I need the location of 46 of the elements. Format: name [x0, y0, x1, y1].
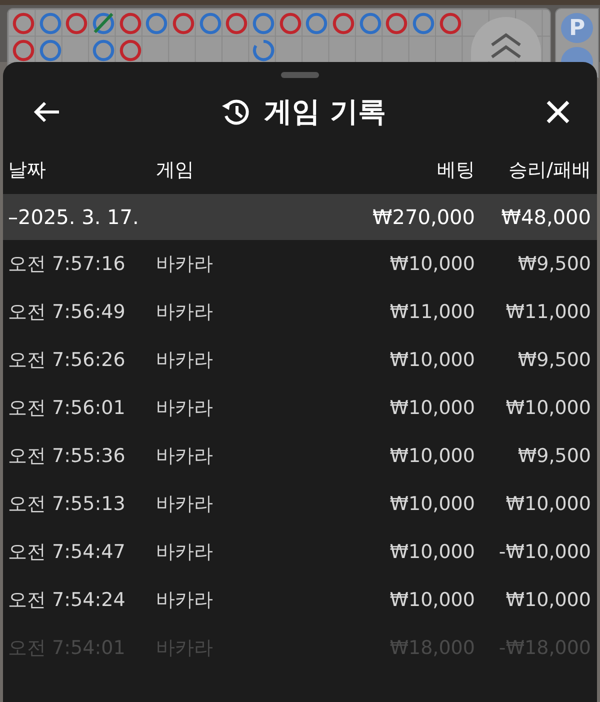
drag-handle[interactable] — [281, 72, 319, 78]
bet-cell: ₩10,000 — [390, 445, 475, 467]
bet-cell: ₩10,000 — [390, 589, 475, 611]
time-cell-text: 오전 7:54:24 — [8, 588, 126, 613]
player-badge: P — [561, 13, 593, 43]
sheet-title: 게임 기록 — [264, 94, 386, 130]
time-cell-text: 오전 7:55:36 — [8, 444, 126, 469]
date-text: –2025. 3. 17. — [8, 205, 140, 229]
column-header: 베팅 — [437, 159, 475, 181]
time-cell-text: 오전 7:56:01 — [8, 396, 126, 421]
back-button[interactable] — [33, 100, 61, 124]
time-cell-text: 오전 7:54:47 — [8, 540, 126, 565]
double-chevron-icon — [489, 31, 523, 61]
bet-cell: ₩10,000 — [390, 493, 475, 515]
game-cell-text: 바카라 — [156, 492, 214, 517]
close-button[interactable] — [545, 99, 571, 125]
time-cell-text: 오전 7:57:16 — [8, 252, 126, 277]
time-cell-text: 오전 7:55:13 — [8, 492, 126, 517]
bet-cell: ₩10,000 — [390, 349, 475, 371]
bet-cell: ₩10,000 — [390, 541, 475, 563]
result-cell: -₩10,000 — [498, 541, 591, 563]
result-cell: ₩10,000 — [506, 589, 591, 611]
game-cell-text: 바카라 — [156, 588, 214, 613]
bet-cell: ₩10,000 — [390, 397, 475, 419]
total-bet: ₩270,000 — [372, 205, 475, 229]
time-cell-text: 오전 7:56:26 — [8, 348, 126, 373]
game-cell-text: 바카라 — [156, 348, 214, 373]
result-cell: ₩11,000 — [506, 301, 591, 323]
bet-cell: ₩11,000 — [390, 301, 475, 323]
column-header: 게임 — [156, 159, 194, 181]
result-cell: ₩9,500 — [518, 445, 591, 467]
column-header: 승리/패배 — [508, 159, 591, 181]
game-cell-text: 바카라 — [156, 300, 214, 325]
result-cell: ₩9,500 — [518, 349, 591, 371]
game-cell-text: 바카라 — [156, 396, 214, 421]
column-header: 날짜 — [8, 159, 46, 181]
total-result: ₩48,000 — [501, 205, 591, 229]
game-cell-text: 바카라 — [156, 444, 214, 469]
game-cell-text: 바카라 — [156, 540, 214, 565]
result-cell: ₩9,500 — [518, 253, 591, 275]
result-cell: ₩10,000 — [506, 397, 591, 419]
game-cell-text: 바카라 — [156, 252, 214, 277]
bet-cell: ₩10,000 — [390, 253, 475, 275]
time-cell-text: 오전 7:56:49 — [8, 300, 126, 325]
result-cell: ₩10,000 — [506, 493, 591, 515]
date-summary-row[interactable]: –2025. 3. 17. ₩270,000 ₩48,000 — [3, 194, 597, 240]
